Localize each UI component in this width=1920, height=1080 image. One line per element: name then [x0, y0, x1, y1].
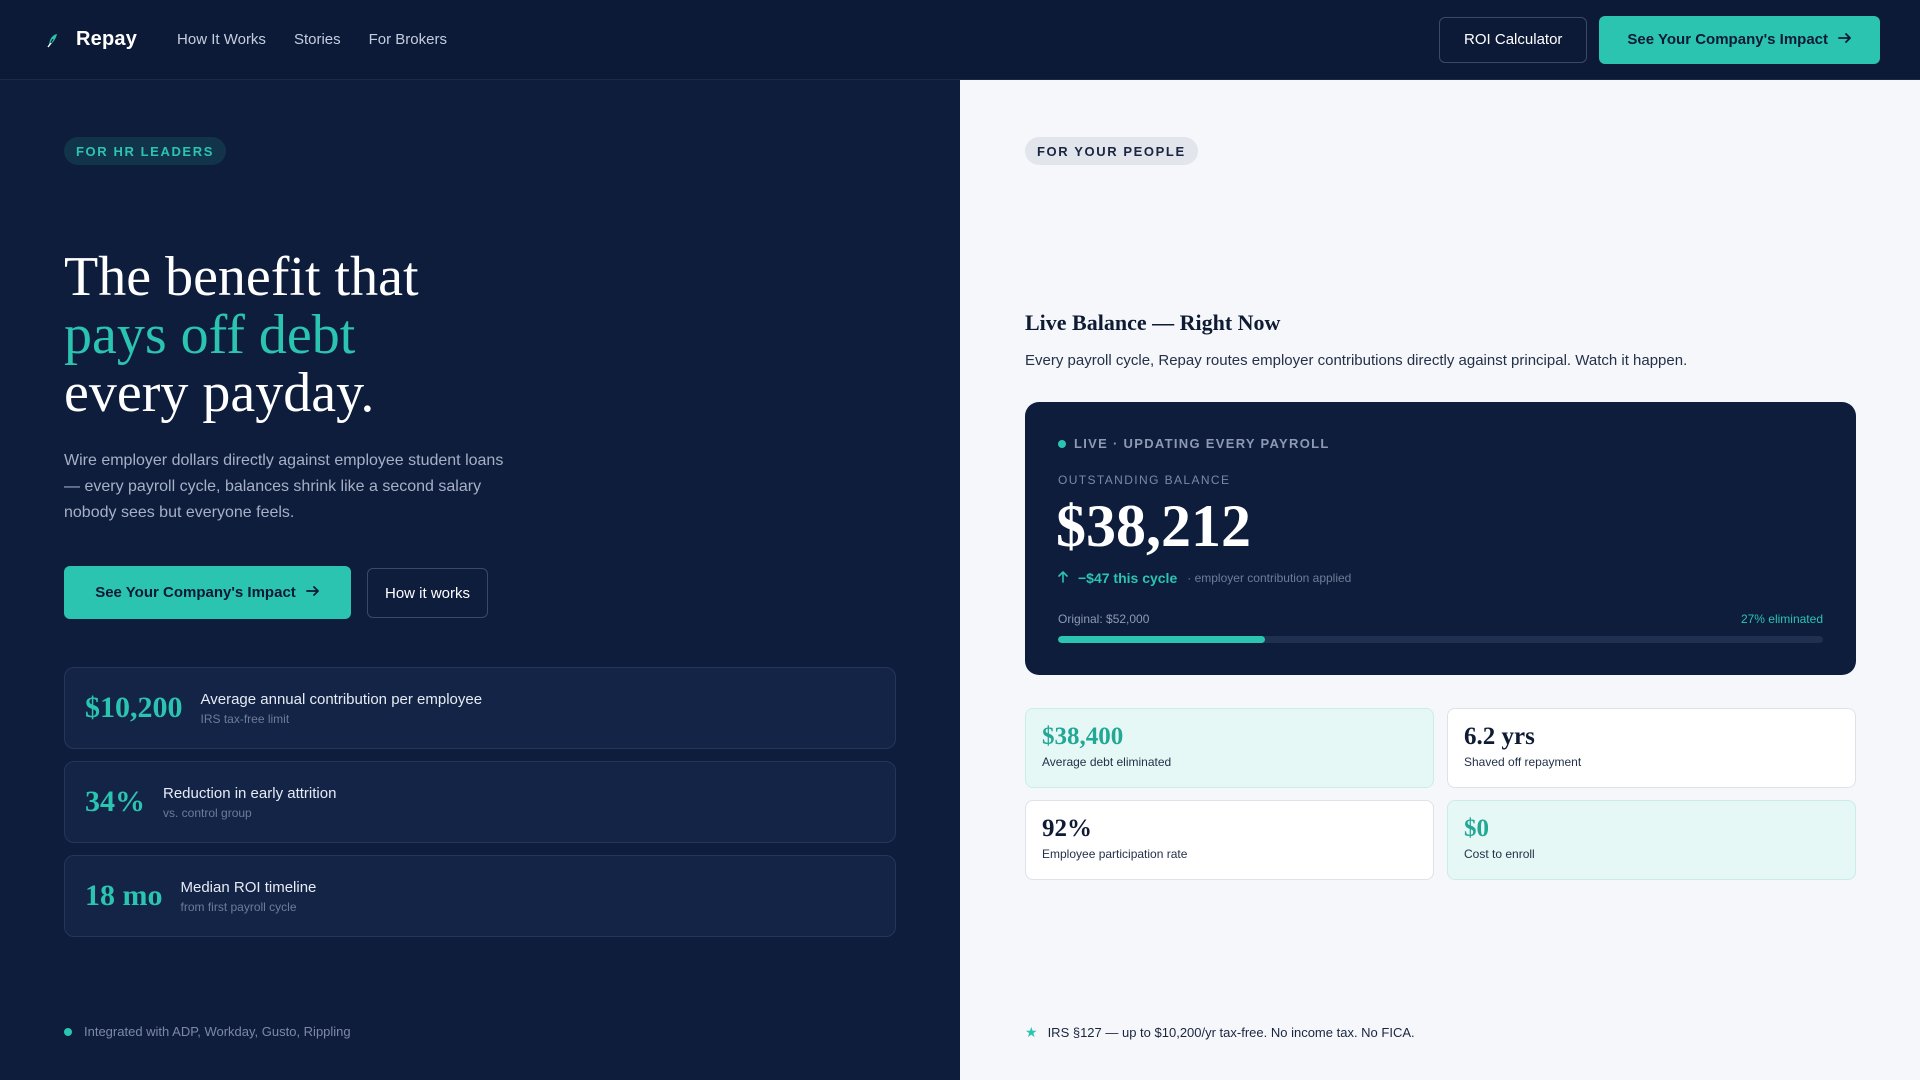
hero-title: The benefit that pays off debt every pay… [64, 248, 419, 422]
delta-value: −$47 this cycle [1078, 570, 1178, 586]
mini-stat-label: Shaved off repayment [1464, 755, 1582, 769]
nav-impact-label: See Your Company's Impact [1627, 31, 1828, 48]
impact-button[interactable]: See Your Company's Impact [64, 566, 351, 619]
mini-stat-label: Average debt eliminated [1042, 755, 1172, 769]
nav-impact-button[interactable]: See Your Company's Impact [1599, 15, 1880, 64]
stat-label: Reduction in early attrition [163, 784, 337, 802]
stat-sub: vs. control group [163, 805, 252, 820]
your-people-pill: FOR YOUR PEOPLE [1025, 137, 1198, 165]
progress-bar [1058, 636, 1823, 643]
integrations-note: Integrated with ADP, Workday, Gusto, Rip… [64, 1024, 351, 1039]
nav-actions: ROI Calculator See Your Company's Impact [1439, 15, 1880, 64]
stat-text: Reduction in early attrition vs. control… [163, 785, 336, 820]
balance-label: OUTSTANDING BALANCE [1058, 473, 1231, 487]
mini-stat-debt-eliminated: $38,400 Average debt eliminated [1025, 708, 1434, 788]
hr-leaders-panel: FOR HR LEADERS The benefit that pays off… [0, 80, 960, 1080]
hero-title-line3: every payday. [64, 362, 375, 424]
live-balance-title: Live Balance — Right Now [1025, 310, 1281, 335]
original-balance: Original: $52,000 [1058, 612, 1150, 626]
delta-note: · employer contribution applied [1187, 571, 1352, 585]
integrations-text: Integrated with ADP, Workday, Gusto, Rip… [84, 1024, 351, 1039]
live-badge-text: LIVE · UPDATING EVERY PAYROLL [1074, 436, 1330, 451]
mini-stat-participation: 92% Employee participation rate [1025, 800, 1434, 880]
your-people-panel: FOR YOUR PEOPLE Live Balance — Right Now… [960, 80, 1920, 1080]
live-balance-description: Every payroll cycle, Repay routes employ… [1025, 352, 1688, 369]
progress-fill [1058, 636, 1265, 643]
mini-stat-label: Cost to enroll [1464, 847, 1535, 861]
mini-stat-repayment: 6.2 yrs Shaved off repayment [1447, 708, 1856, 788]
mini-stat-enroll-cost: $0 Cost to enroll [1447, 800, 1856, 880]
nav-link-stories[interactable]: Stories [294, 31, 341, 48]
mini-stat-value: $38,400 [1042, 723, 1124, 750]
nav-links: How It Works Stories For Brokers [177, 31, 447, 48]
mini-stat-label: Employee participation rate [1042, 847, 1188, 861]
irs-note-text: IRS §127 — up to $10,200/yr tax-free. No… [1047, 1025, 1415, 1040]
mini-stat-value: 6.2 yrs [1464, 723, 1535, 750]
stat-card-contribution: $10,200 Average annual contribution per … [64, 667, 896, 749]
top-nav: Repay How It Works Stories For Brokers R… [0, 0, 1920, 80]
stat-label: Median ROI timeline [180, 878, 317, 896]
mini-stat-value: 92% [1042, 815, 1092, 842]
stat-value: 34% [85, 785, 145, 818]
stat-label: Average annual contribution per employee [200, 690, 483, 708]
stat-text: Median ROI timeline from first payroll c… [181, 879, 317, 914]
star-icon: ★ [1025, 1024, 1038, 1040]
stat-card-attrition: 34% Reduction in early attrition vs. con… [64, 761, 896, 843]
live-badge: LIVE · UPDATING EVERY PAYROLL [1058, 436, 1330, 451]
stat-value: 18 mo [85, 879, 163, 912]
brand[interactable]: Repay [44, 28, 137, 51]
hr-leaders-pill: FOR HR LEADERS [64, 137, 226, 165]
nav-link-how-it-works[interactable]: How It Works [177, 31, 266, 48]
stat-value: $10,200 [85, 691, 183, 724]
mini-stat-value: $0 [1464, 815, 1489, 842]
arrow-right-icon [305, 584, 320, 601]
hero-title-line1: The benefit that [64, 246, 419, 308]
stat-card-roi: 18 mo Median ROI timeline from first pay… [64, 855, 896, 937]
roi-calculator-button[interactable]: ROI Calculator [1439, 16, 1588, 63]
stat-sub: from first payroll cycle [180, 899, 297, 914]
nav-link-for-brokers[interactable]: For Brokers [369, 31, 447, 48]
hero-title-line2: pays off debt [64, 304, 356, 366]
balance-value: $38,212 [1056, 493, 1251, 559]
live-dot-icon [1058, 439, 1066, 448]
impact-button-label: See Your Company's Impact [95, 584, 296, 601]
stat-text: Average annual contribution per employee… [201, 691, 483, 726]
irs-note: ★ IRS §127 — up to $10,200/yr tax-free. … [1025, 1024, 1415, 1041]
eliminated-percent: 27% eliminated [1740, 612, 1823, 626]
arrow-up-icon [1058, 570, 1068, 586]
status-dot-icon [64, 1027, 72, 1036]
balance-card: LIVE · UPDATING EVERY PAYROLL OUTSTANDIN… [1025, 402, 1856, 675]
progress-meta: Original: $52,000 27% eliminated [1058, 612, 1823, 626]
arrow-right-icon [1838, 31, 1852, 48]
stat-sub: IRS tax-free limit [200, 711, 290, 726]
brand-name: Repay [76, 28, 138, 50]
balance-delta: −$47 this cycle · employer contribution … [1058, 570, 1351, 586]
leaf-icon [44, 31, 62, 49]
hero-description: Wire employer dollars directly against e… [64, 452, 504, 521]
how-it-works-button[interactable]: How it works [367, 568, 488, 618]
